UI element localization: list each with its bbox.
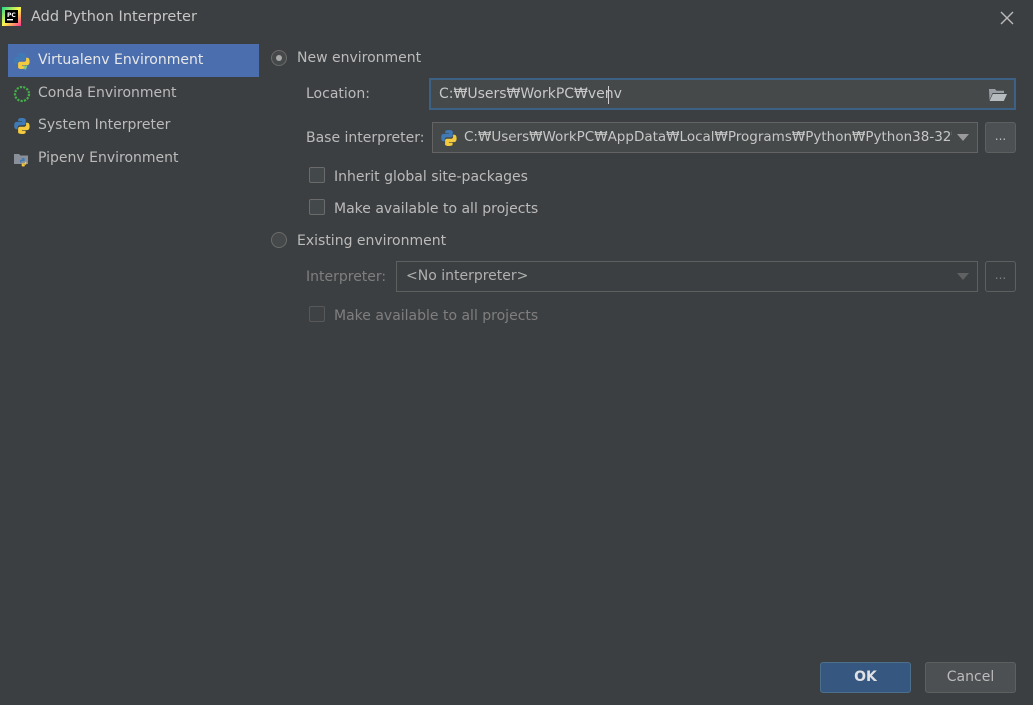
new-env-make-available-checkbox[interactable]	[309, 199, 325, 215]
sidebar-item-label: Pipenv Environment	[38, 149, 179, 166]
location-input[interactable]: C:₩Users₩WorkPC₩venv	[429, 78, 1016, 110]
sidebar-item-pipenv[interactable]: Pipenv Environment	[8, 142, 259, 175]
ok-button[interactable]: OK	[820, 662, 911, 693]
inherit-site-packages-label: Inherit global site-packages	[334, 169, 528, 185]
interpreter-label: Interpreter:	[306, 269, 387, 285]
chevron-down-icon[interactable]	[957, 273, 969, 280]
base-interpreter-browse-button[interactable]: ...	[985, 122, 1016, 153]
folder-open-icon[interactable]	[988, 86, 1008, 104]
existing-environment-label: Existing environment	[297, 233, 447, 249]
base-interpreter-label: Base interpreter:	[306, 130, 425, 146]
close-icon[interactable]	[995, 6, 1019, 30]
sidebar-item-label: System Interpreter	[38, 117, 171, 133]
location-label: Location:	[306, 86, 370, 102]
text-caret	[608, 86, 609, 104]
python-icon	[441, 130, 457, 146]
interpreter-browse-button[interactable]: ...	[985, 261, 1016, 292]
existing-env-make-available-label: Make available to all projects	[334, 308, 539, 324]
conda-icon	[13, 85, 31, 102]
svg-text:v: v	[23, 64, 28, 71]
sidebar-item-label: Conda Environment	[38, 84, 177, 101]
svg-text:PC: PC	[7, 12, 16, 19]
interpreter-value: <No interpreter>	[406, 268, 529, 284]
sidebar-item-virtualenv[interactable]: v Virtualenv Environment	[8, 44, 259, 77]
interpreter-select[interactable]: <No interpreter>	[396, 261, 978, 292]
python-icon	[14, 118, 30, 134]
pycharm-app-icon: PC	[2, 7, 21, 26]
cancel-button[interactable]: Cancel	[925, 662, 1016, 693]
new-env-make-available-label: Make available to all projects	[334, 201, 539, 217]
sidebar-item-conda[interactable]: Conda Environment	[8, 77, 259, 110]
new-environment-label: New environment	[297, 50, 422, 66]
new-environment-radio[interactable]	[271, 50, 287, 66]
location-value: C:₩Users₩WorkPC₩venv	[439, 86, 622, 102]
title-bar: PC Add Python Interpreter	[0, 0, 1033, 36]
inherit-site-packages-checkbox[interactable]	[309, 167, 325, 183]
window-title: Add Python Interpreter	[31, 9, 197, 25]
existing-env-make-available-checkbox[interactable]	[309, 306, 325, 322]
base-interpreter-value: C:₩Users₩WorkPC₩AppData₩Local₩Programs₩P…	[464, 129, 952, 145]
base-interpreter-select[interactable]: C:₩Users₩WorkPC₩AppData₩Local₩Programs₩P…	[432, 122, 978, 153]
sidebar-item-label: Virtualenv Environment	[38, 52, 204, 68]
virtualenv-icon: v	[14, 53, 30, 71]
existing-environment-radio[interactable]	[271, 232, 287, 248]
chevron-down-icon[interactable]	[957, 134, 969, 141]
pipenv-icon	[14, 153, 28, 166]
sidebar-item-system-interpreter[interactable]: System Interpreter	[8, 109, 259, 142]
environment-type-list: v Virtualenv Environment Conda Environme…	[8, 44, 259, 174]
